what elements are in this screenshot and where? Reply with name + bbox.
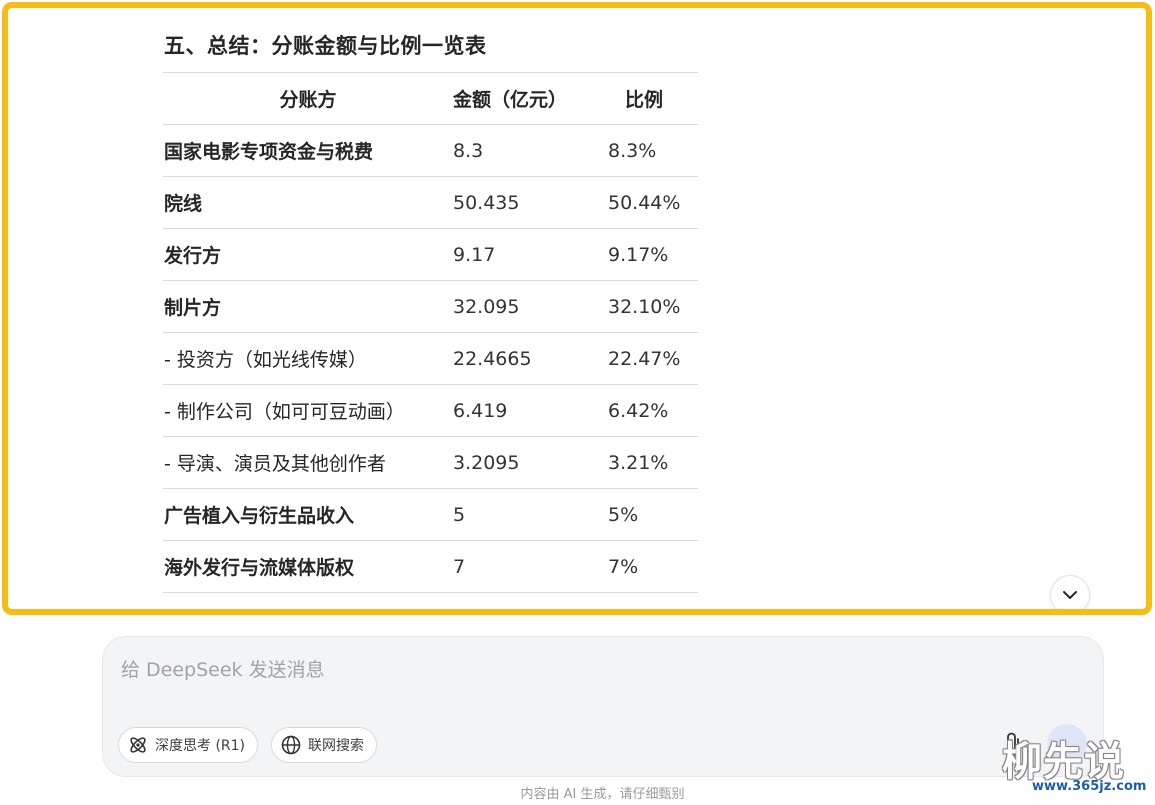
ai-disclaimer: 内容由 AI 生成，请仔细甄别 [520,787,685,802]
watermark-url: www.365jz.com [1032,779,1147,794]
cell-ratio: 7% [608,540,698,593]
cell-amount: 50.435 [453,176,608,229]
table-row: 海外发行与流媒体版权 7 7% [163,540,698,593]
deep-think-label: 深度思考 (R1) [155,738,246,754]
header-amount: 金额（亿元） [453,72,608,125]
table-row: 发行方 9.17 9.17% [163,228,698,281]
table-row: 广告植入与衍生品收入 5 5% [163,488,698,541]
cell-ratio: 9.17% [608,228,698,281]
cell-ratio: 8.3% [608,124,698,177]
globe-icon [281,735,301,755]
cell-ratio: 3.21% [608,436,698,489]
cell-party: - 制作公司（如可可豆动画） [163,384,453,437]
web-search-label: 联网搜索 [308,738,364,754]
cell-ratio: 32.10% [608,280,698,333]
header-ratio: 比例 [608,72,698,125]
cell-ratio: 22.47% [608,332,698,385]
cell-party: 海外发行与流媒体版权 [163,540,453,593]
scroll-to-bottom-button[interactable] [1050,575,1090,609]
cell-party: 院线 [163,176,453,229]
section-title: 五、总结：分账金额与比例一览表 [164,34,487,58]
cell-ratio: 6.42% [608,384,698,437]
cell-ratio: 50.44% [608,176,698,229]
cell-amount: 32.095 [453,280,608,333]
cell-party: - 投资方（如光线传媒） [163,332,453,385]
cell-ratio: 5% [608,488,698,541]
cell-amount: 22.4665 [453,332,608,385]
web-search-toggle[interactable]: 联网搜索 [271,727,377,763]
cell-amount: 8.3 [453,124,608,177]
atom-icon [130,737,146,753]
cell-amount: 9.17 [453,228,608,281]
deep-think-toggle[interactable]: 深度思考 (R1) [118,727,259,763]
cell-amount: 5 [453,488,608,541]
table-row: 院线 50.435 50.44% [163,176,698,229]
table-row: - 制作公司（如可可豆动画） 6.419 6.42% [163,384,698,437]
header-party: 分账方 [163,72,453,125]
table-row: - 投资方（如光线传媒） 22.4665 22.47% [163,332,698,385]
table-row: 国家电影专项资金与税费 8.3 8.3% [163,124,698,177]
cell-party: 广告植入与衍生品收入 [163,488,453,541]
cell-amount: 7 [453,540,608,593]
cell-party: 国家电影专项资金与税费 [163,124,453,177]
cell-amount: 3.2095 [453,436,608,489]
cell-party: 发行方 [163,228,453,281]
revenue-split-table: 分账方 金额（亿元） 比例 国家电影专项资金与税费 8.3 8.3% 院线 50.435… [163,72,698,593]
cell-amount: 6.419 [453,384,608,437]
table-body: 国家电影专项资金与税费 8.3 8.3% 院线 50.435 50.44% 发行方 9.17 9… [163,124,698,593]
table-row: 制片方 32.095 32.10% [163,280,698,333]
table-header-row: 分账方 金额（亿元） 比例 [163,72,698,125]
chevron-down-icon [1063,591,1077,599]
message-input[interactable] [121,655,981,685]
cell-party: - 导演、演员及其他创作者 [163,436,453,489]
table-row: - 导演、演员及其他创作者 3.2095 3.21% [163,436,698,489]
cell-party: 制片方 [163,280,453,333]
message-composer: 深度思考 (R1) 联网搜索 [102,636,1104,777]
chat-content-panel: 五、总结：分账金额与比例一览表 分账方 金额（亿元） 比例 国家电影专项资金与税… [2,2,1152,615]
